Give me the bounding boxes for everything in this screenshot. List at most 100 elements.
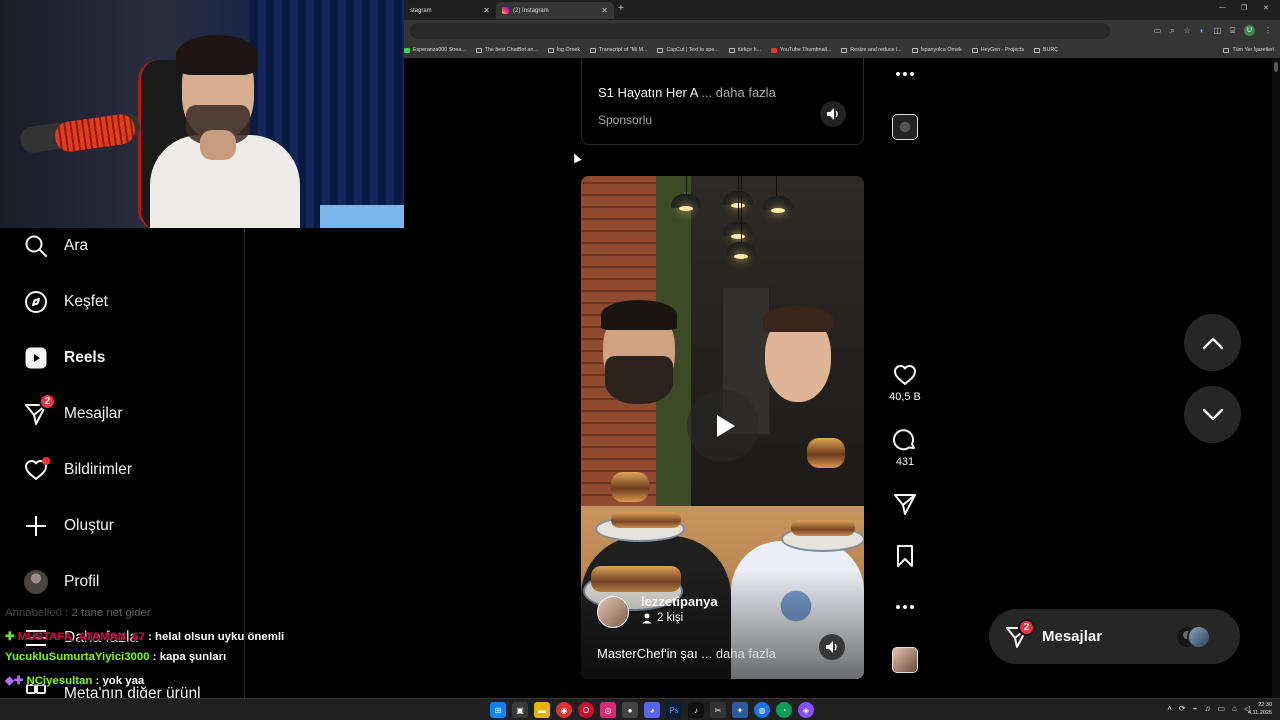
audio-thumbnail[interactable] xyxy=(892,114,918,140)
sidebar-item-label: Profil xyxy=(64,573,100,590)
obs-icon[interactable]: ● xyxy=(622,702,638,718)
bookmark[interactable]: İspanyolca Örnek xyxy=(911,47,962,53)
kebab-menu-icon[interactable]: ⋮ xyxy=(1264,26,1272,35)
sidebar-item-reels[interactable]: Reels xyxy=(24,346,105,370)
url-input[interactable] xyxy=(410,23,1110,39)
sidebar-item-search[interactable]: Ara xyxy=(24,234,88,258)
sidebar-item-notifications[interactable]: Bildirimler xyxy=(24,457,132,482)
sound-toggle[interactable] xyxy=(819,634,845,660)
chrome-icon[interactable]: ◉ xyxy=(556,702,572,718)
next-reel-button[interactable] xyxy=(1184,386,1241,443)
chat-text: 2 tane net gider xyxy=(71,607,151,619)
sidebar-item-messages[interactable]: 2 Mesajlar xyxy=(24,393,123,426)
more-options-button[interactable] xyxy=(885,66,925,82)
bookmark[interactable]: YouTube Thumbnail... xyxy=(770,47,831,53)
photoshop-icon[interactable]: Ps xyxy=(666,702,682,718)
messages-pill[interactable]: 2 Mesajlar xyxy=(989,609,1240,664)
bookmark[interactable]: türkçe h... xyxy=(728,47,761,53)
discord-icon[interactable]: ◕ xyxy=(644,702,660,718)
file-explorer-icon[interactable]: ▬ xyxy=(534,702,550,718)
share-button[interactable] xyxy=(885,492,925,516)
save-button[interactable] xyxy=(885,544,925,568)
collaborators[interactable]: 2 kişi xyxy=(641,612,683,624)
browser-tab-active[interactable]: (2) Instagram ✕ xyxy=(496,2,614,19)
sidebar-item-explore[interactable]: Keşfet xyxy=(24,290,108,314)
bookmark[interactable]: İng Örnek xyxy=(547,47,580,53)
more-link[interactable]: ... daha fazla xyxy=(701,646,775,661)
bookmark[interactable]: Transcript of "Mi M... xyxy=(589,47,647,53)
bookmark[interactable]: Resize and reduce i... xyxy=(841,47,902,53)
sound-toggle[interactable] xyxy=(820,101,846,127)
messages-badge: 2 xyxy=(39,393,56,410)
usb-icon[interactable]: ⌁ xyxy=(1193,704,1198,713)
like-button[interactable]: 40,5 B xyxy=(885,363,925,403)
chevron-down-icon xyxy=(1202,408,1223,420)
plus-icon xyxy=(24,514,48,538)
play-button[interactable] xyxy=(687,390,759,462)
capcut-icon[interactable]: ✂ xyxy=(710,702,726,718)
chevron-up-icon[interactable]: ˄ xyxy=(1167,704,1172,713)
windows-start-icon[interactable]: ⊞ xyxy=(490,702,506,718)
ellipsis-icon xyxy=(896,605,914,609)
author-avatar[interactable] xyxy=(597,596,629,628)
minimize-icon[interactable]: — xyxy=(1219,4,1226,11)
sidebar-item-label: Mesajlar xyxy=(64,405,123,422)
send-icon xyxy=(894,494,916,515)
streamer xyxy=(150,35,300,228)
microphone-icon[interactable]: ♫ xyxy=(1204,704,1210,713)
bookmark[interactable]: The best ChatBot an... xyxy=(475,47,538,53)
windows-taskbar: ⊞ ▣ ▬ ◉ O ◎ ● ◕ Ps ♪ ✂ ✦ ◍ ◔ ◈ ˄ ⟳ ⌁ ♫ ▭… xyxy=(0,698,1280,720)
more-link[interactable]: ... daha fazla xyxy=(701,85,775,100)
bookmark[interactable]: CapCut | Text to spe... xyxy=(657,47,719,53)
twitch-icon[interactable]: ◈ xyxy=(798,702,814,718)
bookmark-icon xyxy=(897,545,913,567)
browser-tab[interactable]: stagram ✕ xyxy=(404,2,496,19)
browser-icon[interactable]: ◔ xyxy=(776,702,792,718)
profile-avatar[interactable]: U xyxy=(1244,25,1255,36)
close-tab-icon[interactable]: ✕ xyxy=(483,6,490,15)
new-tab-icon[interactable]: + xyxy=(618,3,624,14)
chat-message: Annabelle0 : 2 tane net gider xyxy=(5,607,151,619)
speaker-icon xyxy=(827,108,838,120)
sidebar-toggle-icon[interactable]: ⌸ xyxy=(1230,26,1235,36)
instagram-sidebar: Ara Keşfet Reels 2 Mesajlar Bildirimler … xyxy=(0,228,245,720)
page-scrollbar[interactable] xyxy=(1272,58,1280,698)
close-window-icon[interactable]: ✕ xyxy=(1263,4,1269,12)
tiktok-icon[interactable]: ♪ xyxy=(688,702,704,718)
sponsored-reel-card[interactable]: S1 Hayatın Her A ... daha fazla Sponsorl… xyxy=(581,58,864,145)
reel-author[interactable]: lezzetipanya xyxy=(641,594,718,609)
zoom-icon[interactable]: ⌕ xyxy=(1170,26,1174,36)
task-view-icon[interactable]: ▣ xyxy=(512,702,528,718)
maximize-icon[interactable]: ❐ xyxy=(1241,4,1247,12)
reel-caption: MasterChef'in şaı ... daha fazla xyxy=(597,646,776,661)
reel-video[interactable]: lezzetipanya 2 kişi MasterChef'in şaı ..… xyxy=(581,176,864,679)
star-icon[interactable]: ☆ xyxy=(1184,26,1191,35)
bookmark[interactable]: HeyGen - Projects xyxy=(971,47,1024,53)
comment-button[interactable]: 431 xyxy=(885,428,925,468)
sidebar-item-create[interactable]: Oluştur xyxy=(24,514,114,538)
compass-icon xyxy=(24,290,48,314)
instagram-icon[interactable]: ◎ xyxy=(600,702,616,718)
audio-thumbnail[interactable] xyxy=(892,647,918,673)
system-tray: ˄ ⟳ ⌁ ♫ ▭ ⌂ ◁ xyxy=(1167,704,1250,713)
previous-reel-button[interactable] xyxy=(1184,314,1241,371)
bookmark[interactable]: BURÇ xyxy=(1034,47,1058,53)
chrome-profile-icon[interactable]: ◍ xyxy=(754,702,770,718)
tab-title: (2) Instagram xyxy=(513,7,549,14)
all-bookmarks[interactable]: Tüm Yer İşaretleri xyxy=(1223,47,1274,53)
opera-icon[interactable]: O xyxy=(578,702,594,718)
more-options-button[interactable] xyxy=(885,599,925,615)
sidebar-item-label: Reels xyxy=(64,349,106,366)
puzzle-icon[interactable]: ◫ xyxy=(1214,26,1222,35)
monitor-icon[interactable]: ▭ xyxy=(1217,704,1225,713)
network-icon[interactable]: ⌂ xyxy=(1232,704,1237,713)
clock[interactable]: 22:30 4.11.2025 xyxy=(1248,701,1272,717)
person-icon xyxy=(642,613,652,624)
sync-icon[interactable]: ⟳ xyxy=(1179,704,1186,713)
cast-icon[interactable]: ▭ xyxy=(1154,26,1162,35)
close-tab-icon[interactable]: ✕ xyxy=(601,6,608,15)
bookmark[interactable]: Esperanza000 Strea... xyxy=(404,47,466,53)
extension-icon[interactable]: ◐ xyxy=(1200,26,1205,35)
app-icon[interactable]: ✦ xyxy=(732,702,748,718)
sidebar-item-profile[interactable]: Profil xyxy=(24,570,99,594)
